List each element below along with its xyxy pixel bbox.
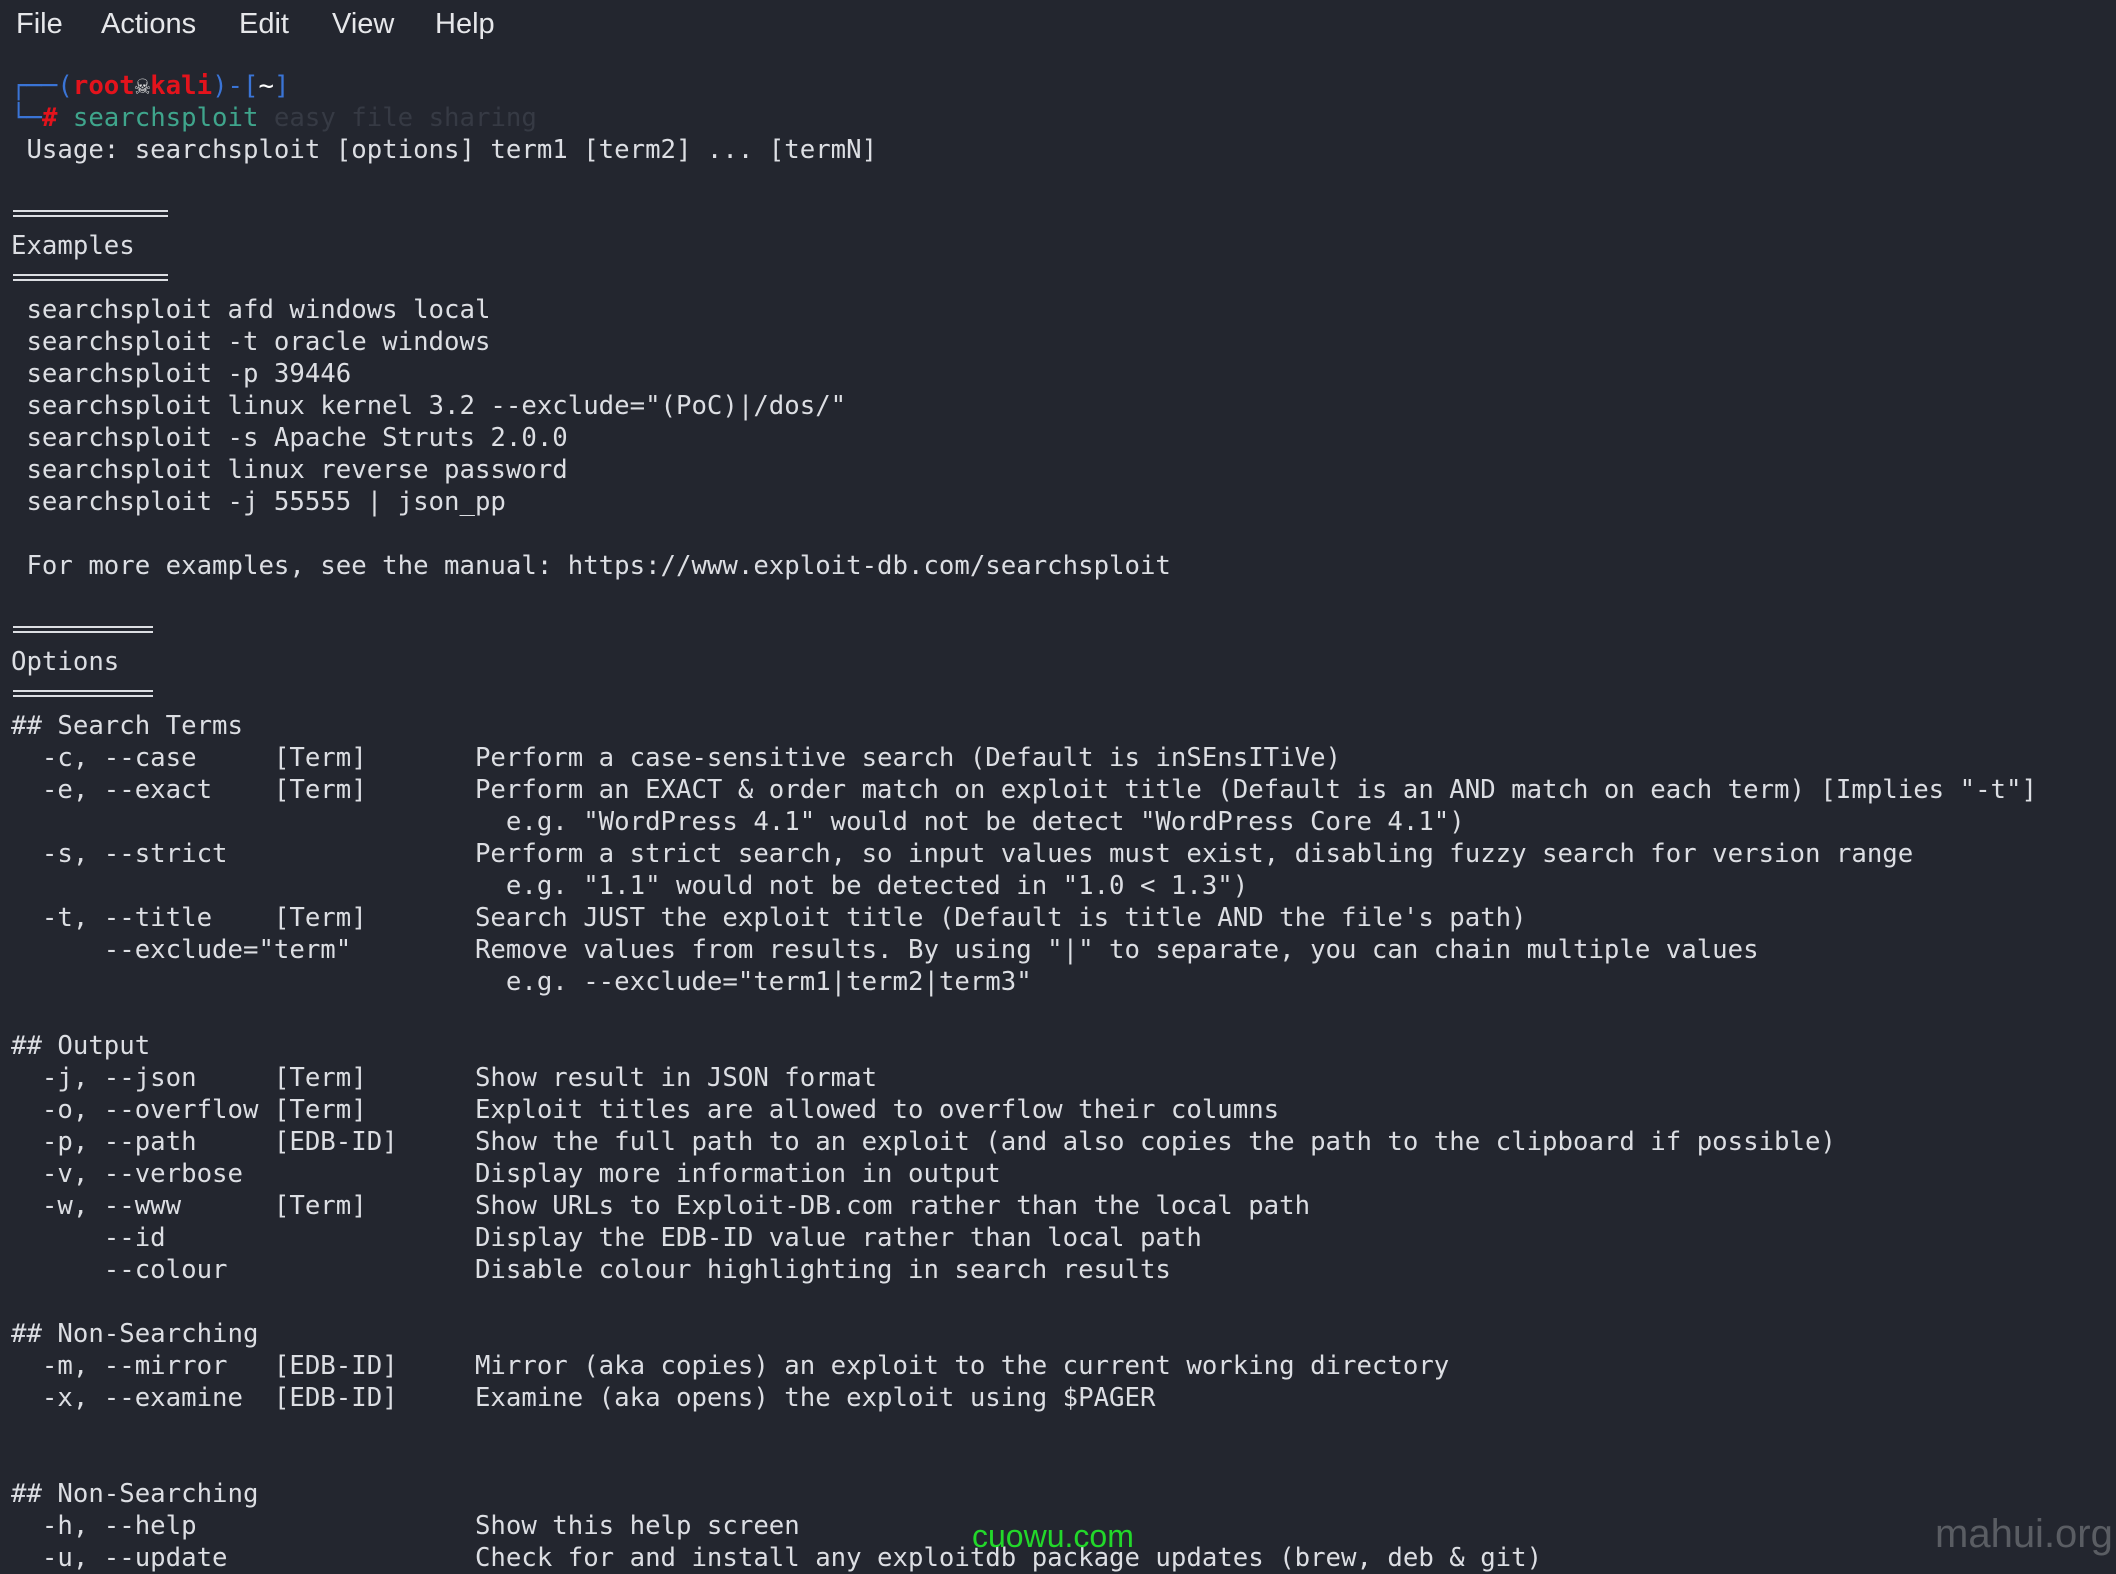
prompt-frame: ┌──( <box>11 71 73 101</box>
autosuggestion: easy file sharing <box>258 103 537 133</box>
menu-file[interactable]: File <box>16 8 63 41</box>
double-rule <box>13 210 168 217</box>
menu-view[interactable]: View <box>332 8 394 41</box>
prompt-hash: # <box>41 103 58 133</box>
output-line: e.g. --exclude="term1|term2|term3" <box>11 967 1032 997</box>
section-rule <box>11 262 2037 294</box>
output-line: -j, --json [Term] Show result in JSON fo… <box>11 1063 878 1093</box>
watermark-center: cuowu.com <box>972 1518 1134 1554</box>
prompt-line-1: ┌──(root☠kali)-[~] <box>11 70 2037 102</box>
menu-bar: File Actions Edit View Help <box>0 0 2116 56</box>
output-line: For more examples, see the manual: https… <box>11 551 1171 581</box>
output-line: searchsploit linux kernel 3.2 --exclude=… <box>11 391 847 421</box>
output-line: -e, --exact [Term] Perform an EXACT & or… <box>11 775 2037 805</box>
output-line: Usage: searchsploit [options] term1 [ter… <box>11 135 878 165</box>
menu-actions[interactable]: Actions <box>101 8 196 41</box>
prompt-frame: ] <box>273 71 290 101</box>
section-examples: Examples <box>11 231 135 261</box>
output-line: -t, --title [Term] Search JUST the explo… <box>11 903 1527 933</box>
double-rule <box>13 626 153 633</box>
output-line: --exclude="term" Remove values from resu… <box>11 935 1759 965</box>
output-line: searchsploit -s Apache Struts 2.0.0 <box>11 423 568 453</box>
watermark-corner: mahui.org <box>1935 1512 2113 1556</box>
prompt-frame: └─ <box>11 103 42 133</box>
output-line: searchsploit -j 55555 | json_pp <box>11 487 506 517</box>
prompt-frame: )-[ <box>212 71 259 101</box>
menu-help[interactable]: Help <box>435 8 495 41</box>
output-line: searchsploit -t oracle windows <box>11 327 491 357</box>
output-line: -p, --path [EDB-ID] Show the full path t… <box>11 1127 1836 1157</box>
output-line: ## Non-Searching <box>11 1479 259 1509</box>
terminal-output[interactable]: ┌──(root☠kali)-[~] └─# searchsploit easy… <box>11 70 2037 1574</box>
output-line: -m, --mirror [EDB-ID] Mirror (aka copies… <box>11 1351 1450 1381</box>
output-line: searchsploit -p 39446 <box>11 359 352 389</box>
output-line: searchsploit linux reverse password <box>11 455 568 485</box>
prompt-dir: ~ <box>258 71 274 101</box>
output-line: --id Display the EDB-ID value rather tha… <box>11 1223 1202 1253</box>
skull-icon: ☠ <box>134 71 151 101</box>
output-line: -s, --strict Perform a strict search, so… <box>11 839 1914 869</box>
double-rule <box>13 274 168 281</box>
output-line: -x, --examine [EDB-ID] Examine (aka open… <box>11 1383 1156 1413</box>
output-line: ## Non-Searching <box>11 1319 259 1349</box>
output-line: -w, --www [Term] Show URLs to Exploit-DB… <box>11 1191 1311 1221</box>
output-line: ## Search Terms <box>11 711 243 741</box>
prompt-user: root <box>72 71 135 101</box>
section-rule <box>11 678 2037 710</box>
prompt-line-2: └─# searchsploit easy file sharing <box>11 102 2037 134</box>
command-text: searchsploit <box>72 103 259 133</box>
output-line: --colour Disable colour highlighting in … <box>11 1255 1171 1285</box>
output-line: searchsploit afd windows local <box>11 295 491 325</box>
output-line: -c, --case [Term] Perform a case-sensiti… <box>11 743 1342 773</box>
output-line: -v, --verbose Display more information i… <box>11 1159 1001 1189</box>
section-options: Options <box>11 647 120 677</box>
output-line: ## Output <box>11 1031 151 1061</box>
double-rule <box>13 690 153 697</box>
output-line: -o, --overflow [Term] Exploit titles are… <box>11 1095 1280 1125</box>
section-rule <box>11 198 2037 230</box>
output-line: e.g. "1.1" would not be detected in "1.0… <box>11 871 1249 901</box>
menu-edit[interactable]: Edit <box>239 8 289 41</box>
output-line: e.g. "WordPress 4.1" would not be detect… <box>11 807 1465 837</box>
prompt-host: kali <box>150 71 213 101</box>
section-rule <box>11 614 2037 646</box>
